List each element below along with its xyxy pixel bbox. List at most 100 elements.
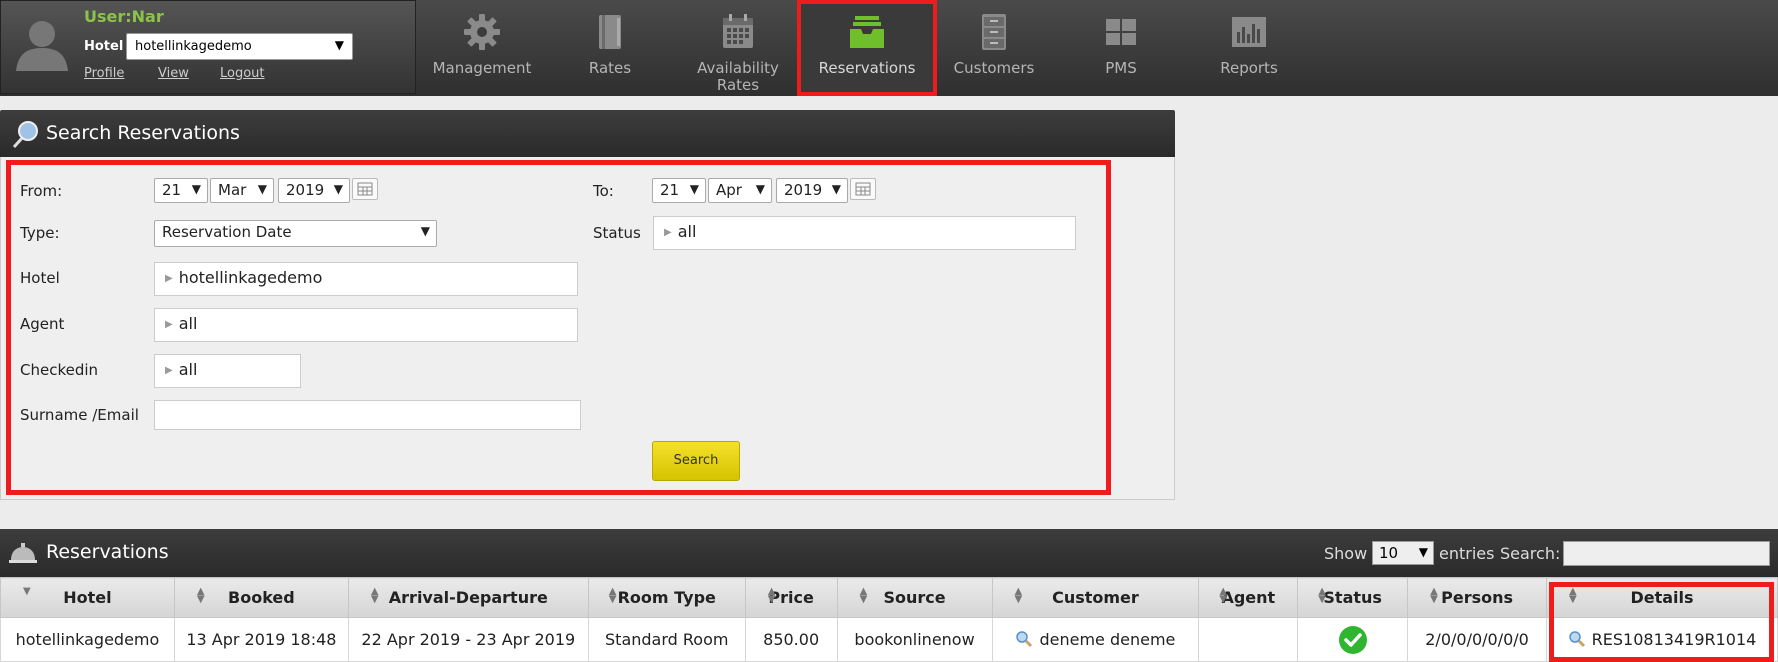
sort-icon: ▲ ▼ xyxy=(196,586,205,605)
details-highlight xyxy=(1549,582,1774,662)
col-price[interactable]: ▲ ▼ Price xyxy=(744,577,838,618)
reservations-table: ▼ Hotel ▲ ▼ Booked ▲ ▼ Arrival-Departure ▲ ▼ Ro… xyxy=(0,577,1778,662)
col-status[interactable]: ▲ ▼ Status xyxy=(1297,577,1409,618)
from-day-select[interactable]: 21 ▼ xyxy=(154,178,208,203)
to-year-select[interactable]: 2019 ▼ xyxy=(776,178,848,203)
grid-icon xyxy=(1106,19,1136,45)
sort-icon: ▲ ▼ xyxy=(767,586,776,605)
cell-customer[interactable]: deneme deneme xyxy=(991,617,1200,662)
cell-price: 850.00 xyxy=(744,617,838,662)
dropdown-arrow-icon: ▼ xyxy=(191,182,201,196)
checkedin-label: Checkedin xyxy=(20,361,99,379)
col-source-label: Source xyxy=(883,588,946,607)
sort-icon: ▲ ▼ xyxy=(859,586,868,605)
checkedin-select[interactable]: ▶ all xyxy=(154,354,301,388)
nav-reservations-label: Reservations xyxy=(818,59,916,77)
nav-rates-label: Rates xyxy=(588,59,632,77)
view-link[interactable]: View xyxy=(158,66,189,81)
nav-management-label: Management xyxy=(432,59,532,77)
hotel-field-label: Hotel xyxy=(20,269,60,287)
to-day-value: 21 xyxy=(660,181,680,199)
to-day-select[interactable]: 21 ▼ xyxy=(652,178,706,203)
entries-label: entries xyxy=(1439,544,1495,563)
dropdown-arrow-icon: ▼ xyxy=(689,182,699,196)
nav-pms[interactable]: PMS xyxy=(1058,0,1184,96)
nav-management[interactable]: Management xyxy=(419,0,545,96)
surname-email-label: Surname /Email xyxy=(20,406,139,424)
status-label: Status xyxy=(593,224,641,242)
search-panel-title: Search Reservations xyxy=(46,122,240,144)
bar-chart-icon xyxy=(1232,17,1266,47)
entries-select[interactable]: 10 ▼ xyxy=(1372,541,1434,565)
nav-rates[interactable]: Rates xyxy=(547,0,673,96)
hotel-multiselect[interactable]: ▶ hotellinkagedemo xyxy=(154,262,578,296)
table-search-input[interactable] xyxy=(1563,541,1770,566)
col-persons[interactable]: ▲ ▼ Persons xyxy=(1407,577,1548,618)
col-booked[interactable]: ▲ ▼ Booked xyxy=(173,577,349,618)
col-arrival-departure[interactable]: ▲ ▼ Arrival-Departure xyxy=(347,577,589,618)
user-box: User:Nar Hotel hotellinkagedemo ▼ Profil… xyxy=(0,0,416,94)
profile-link[interactable]: Profile xyxy=(84,66,124,81)
from-calendar-icon[interactable] xyxy=(352,178,378,200)
hotel-multiselect-value: hotellinkagedemo xyxy=(178,268,323,287)
nav-reservations[interactable]: Reservations xyxy=(797,0,937,96)
expand-arrow-icon: ▶ xyxy=(165,365,173,376)
dropdown-arrow-icon: ▼ xyxy=(1418,545,1428,559)
to-label: To: xyxy=(593,182,614,200)
from-month-select[interactable]: Mar ▼ xyxy=(210,178,274,203)
dropdown-arrow-icon: ▼ xyxy=(257,182,267,196)
cell-room-type: Standard Room xyxy=(587,617,746,662)
col-source[interactable]: ▲ ▼ Source xyxy=(836,577,993,618)
expand-arrow-icon: ▶ xyxy=(165,273,173,284)
to-calendar-icon[interactable] xyxy=(850,178,876,200)
calendar-icon xyxy=(723,14,753,48)
col-room-type-label: Room Type xyxy=(617,588,716,607)
status-select[interactable]: ▶ all xyxy=(653,216,1076,250)
agent-multiselect[interactable]: ▶ all xyxy=(154,308,578,342)
show-label: Show xyxy=(1324,544,1368,563)
col-hotel[interactable]: ▼ Hotel xyxy=(0,577,175,618)
inbox-tray-icon xyxy=(850,16,884,48)
cell-arrival-departure: 22 Apr 2019 - 23 Apr 2019 xyxy=(347,617,589,662)
dropdown-arrow-icon: ▼ xyxy=(334,38,344,52)
nav-availability-label: Availability Rates xyxy=(697,59,779,94)
cell-agent xyxy=(1198,617,1299,662)
sort-icon: ▲ ▼ xyxy=(1430,586,1438,605)
dropdown-arrow-icon: ▼ xyxy=(333,182,343,196)
user-name: User:Nar xyxy=(84,7,164,26)
col-customer[interactable]: ▲ ▼ Customer xyxy=(991,577,1200,618)
top-bar: User:Nar Hotel hotellinkagedemo ▼ Profil… xyxy=(0,0,1778,96)
hotel-select[interactable]: hotellinkagedemo ▼ xyxy=(126,33,353,60)
from-year-select[interactable]: 2019 ▼ xyxy=(278,178,350,203)
col-agent-label: Agent xyxy=(1221,588,1276,607)
col-persons-label: Persons xyxy=(1441,588,1514,607)
sort-icon: ▲ ▼ xyxy=(1014,586,1023,605)
table-search-label: Search: xyxy=(1500,544,1561,563)
book-icon xyxy=(599,15,621,49)
to-month-select[interactable]: Apr ▼ xyxy=(708,178,772,203)
service-bell-icon xyxy=(9,543,37,563)
from-label: From: xyxy=(20,182,63,200)
magnifier-icon xyxy=(12,121,38,149)
nav-availability-rates[interactable]: Availability Rates xyxy=(675,0,801,96)
agent-label: Agent xyxy=(20,315,65,333)
table-row[interactable]: hotellinkagedemo 13 Apr 2019 18:48 22 Ap… xyxy=(0,617,1778,662)
dropdown-arrow-icon: ▼ xyxy=(831,182,841,196)
hotel-label: Hotel xyxy=(84,39,124,54)
surname-email-input[interactable] xyxy=(154,400,581,430)
col-agent[interactable]: ▲ ▼ Agent xyxy=(1198,577,1299,618)
cell-hotel: hotellinkagedemo xyxy=(0,617,175,662)
nav-reports-label: Reports xyxy=(1220,59,1278,77)
logout-link[interactable]: Logout xyxy=(220,66,265,81)
col-room-type[interactable]: ▲ ▼ Room Type xyxy=(587,577,746,618)
col-arrival-departure-label: Arrival-Departure xyxy=(388,588,548,607)
type-label: Type: xyxy=(20,224,60,242)
to-month-value: Apr xyxy=(716,181,742,199)
cell-persons: 2/0/0/0/0/0/0 xyxy=(1407,617,1548,662)
expand-arrow-icon: ▶ xyxy=(165,319,173,330)
nav-customers[interactable]: Customers xyxy=(931,0,1057,96)
nav-reports[interactable]: Reports xyxy=(1186,0,1312,96)
nav-pms-label: PMS xyxy=(1105,59,1137,77)
type-select[interactable]: Reservation Date ▼ xyxy=(154,220,437,247)
search-button[interactable]: Search xyxy=(652,441,740,481)
